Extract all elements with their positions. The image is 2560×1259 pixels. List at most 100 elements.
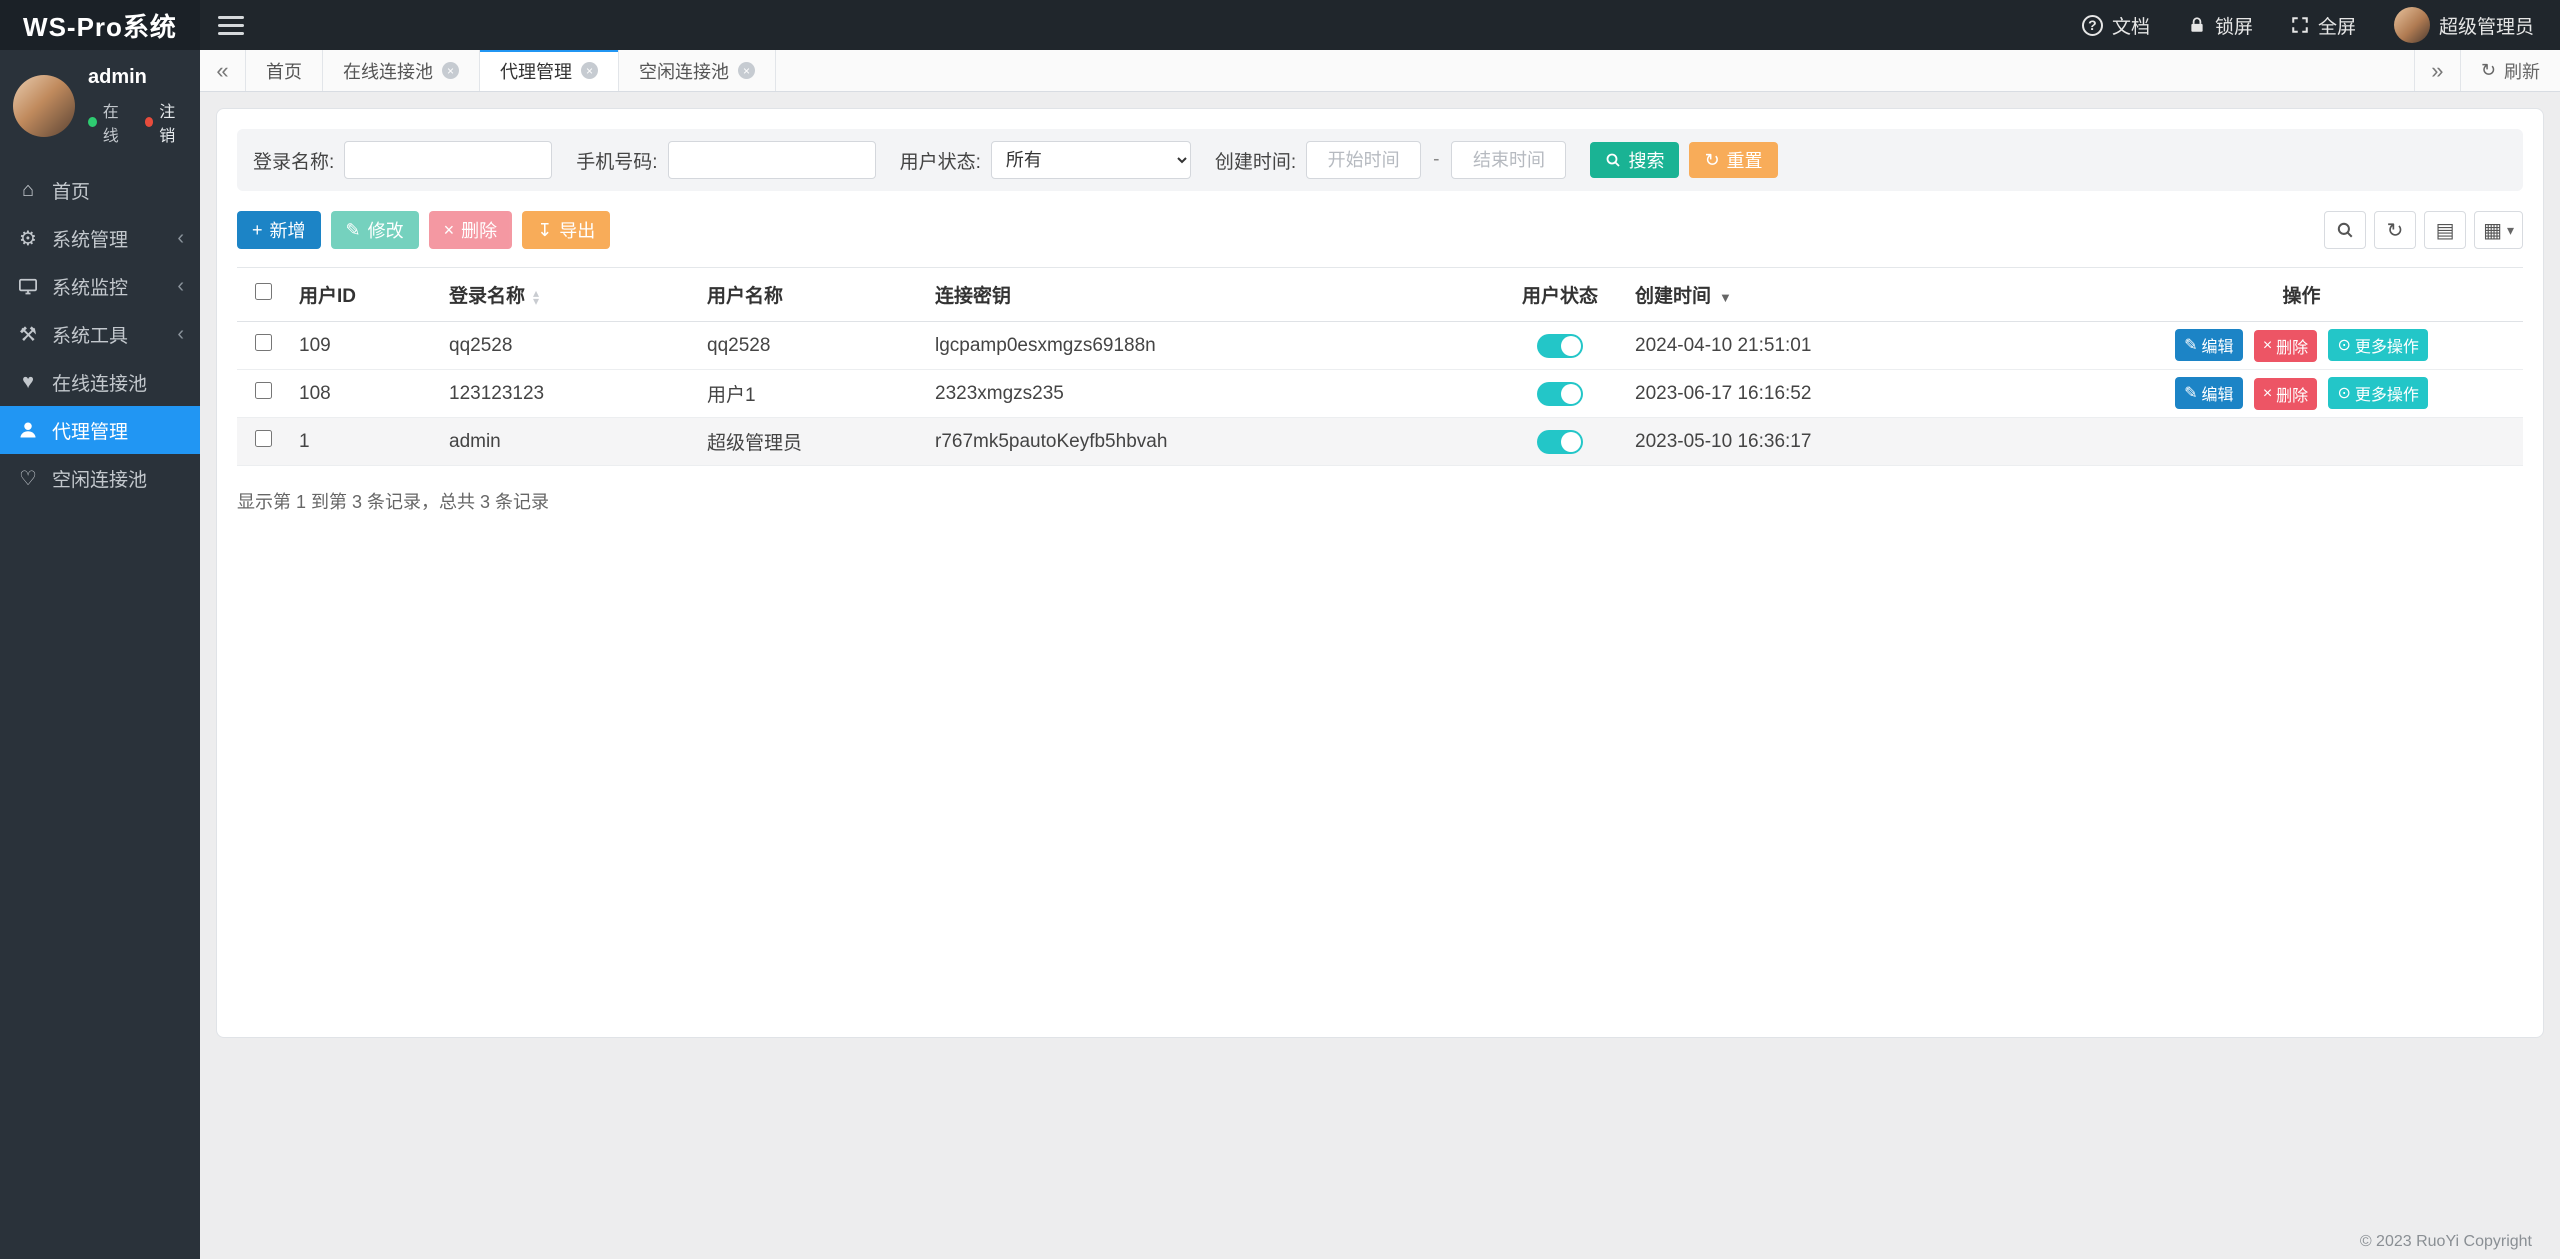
cell-user-id: 109 bbox=[289, 321, 439, 370]
cell-user-name: qq2528 bbox=[697, 321, 925, 370]
tabs-scroll-left-button[interactable]: « bbox=[200, 50, 246, 91]
sidebar-item-online-pool[interactable]: ♥ 在线连接池 bbox=[0, 358, 200, 406]
tab-idle-pool[interactable]: 空闲连接池 × bbox=[619, 50, 776, 91]
table-view-controls: ↻ ▤ ▦ ▾ bbox=[2324, 211, 2523, 249]
sidebar-item-system-tools[interactable]: ⚒ 系统工具 ‹ bbox=[0, 310, 200, 358]
row-more-button[interactable]: ⊙ 更多操作 bbox=[2328, 377, 2428, 409]
agent-management-panel: 登录名称: 手机号码: 用户状态: 所有 创建时间: - bbox=[216, 108, 2544, 1038]
cell-connection-key: r767mk5pautoKeyfb5hbvah bbox=[925, 417, 1495, 466]
pencil-icon: ✎ bbox=[2184, 337, 2198, 354]
refresh-icon: ↻ bbox=[2480, 60, 2496, 80]
tab-agent-management[interactable]: 代理管理 × bbox=[480, 50, 619, 91]
tabs-scroll-right-button[interactable]: » bbox=[2413, 50, 2460, 91]
row-checkbox[interactable] bbox=[254, 382, 272, 399]
close-icon[interactable]: × bbox=[738, 62, 755, 79]
status-toggle[interactable] bbox=[1537, 429, 1583, 454]
cell-created-time: 2024-04-10 21:51:01 bbox=[1625, 321, 2080, 370]
sidebar-item-system-monitor[interactable]: 系统监控 ‹ bbox=[0, 262, 200, 310]
add-button[interactable]: + 新增 bbox=[237, 211, 321, 249]
sidebar-item-home[interactable]: ⌂ 首页 bbox=[0, 166, 200, 214]
plus-icon: + bbox=[252, 219, 263, 240]
lock-icon bbox=[2188, 16, 2206, 34]
refresh-tab-button[interactable]: ↻ 刷新 bbox=[2459, 50, 2560, 91]
select-all-checkbox[interactable] bbox=[254, 283, 272, 300]
toggle-view-button[interactable]: ▤ bbox=[2424, 211, 2467, 249]
phone-label: 手机号码: bbox=[576, 151, 658, 173]
x-icon: × bbox=[2262, 385, 2273, 402]
download-icon: ↧ bbox=[537, 219, 553, 240]
fullscreen-link[interactable]: 全屏 bbox=[2291, 12, 2356, 39]
tab-online-pool[interactable]: 在线连接池 × bbox=[323, 50, 480, 91]
start-time-input[interactable] bbox=[1306, 141, 1422, 179]
range-separator: - bbox=[1433, 149, 1440, 170]
card-view-icon: ▤ bbox=[2435, 219, 2455, 242]
more-icon: ⊙ bbox=[2337, 385, 2351, 402]
users-table: 用户ID 登录名称 ▴ ▾ 用户名称 连接密钥 用户状态 创建时间 ▼ 操作 1… bbox=[237, 267, 2523, 466]
phone-input[interactable] bbox=[667, 141, 876, 179]
sort-desc-icon[interactable]: ▼ bbox=[1719, 290, 1732, 305]
table-refresh-button[interactable]: ↻ bbox=[2374, 211, 2417, 249]
close-icon[interactable]: × bbox=[442, 62, 459, 79]
row-delete-button[interactable]: × 删除 bbox=[2253, 330, 2318, 362]
x-icon: × bbox=[2262, 337, 2273, 354]
main-area: « 首页 在线连接池 × 代理管理 × 空闲连接池 × » ↻ 刷新 登录名称:… bbox=[200, 50, 2560, 1259]
lock-screen-link[interactable]: 锁屏 bbox=[2188, 12, 2253, 39]
status-toggle[interactable] bbox=[1537, 381, 1583, 406]
user-icon bbox=[16, 420, 40, 440]
table-toolbar: + 新增 ✎ 修改 × 删除 ↧ 导出 ↻ ▤ ▦ ▾ bbox=[237, 211, 2523, 249]
sidebar-item-system-management[interactable]: ⚙ 系统管理 ‹ bbox=[0, 214, 200, 262]
cell-user-id: 1 bbox=[289, 417, 439, 466]
user-status-select[interactable]: 所有 bbox=[990, 141, 1191, 179]
chevron-left-icon: ‹ bbox=[177, 322, 184, 345]
search-button[interactable]: 搜索 bbox=[1590, 142, 1680, 178]
sidebar-item-idle-pool[interactable]: ♡ 空闲连接池 bbox=[0, 454, 200, 502]
chevron-left-icon: ‹ bbox=[177, 274, 184, 297]
profile-avatar[interactable] bbox=[13, 75, 75, 137]
cell-connection-key: lgcpamp0esxmgzs69188n bbox=[925, 321, 1495, 370]
cell-created-time: 2023-06-17 16:16:52 bbox=[1625, 369, 2080, 418]
close-icon[interactable]: × bbox=[581, 62, 598, 79]
column-header-login-name[interactable]: 登录名称 ▴ ▾ bbox=[439, 267, 697, 322]
end-time-input[interactable] bbox=[1451, 141, 1567, 179]
lock-label: 锁屏 bbox=[2214, 16, 2253, 38]
cell-user-name: 用户1 bbox=[697, 369, 925, 418]
tab-home[interactable]: 首页 bbox=[246, 50, 323, 91]
row-checkbox[interactable] bbox=[254, 430, 272, 447]
cell-login-name: qq2528 bbox=[439, 321, 697, 370]
pencil-icon: ✎ bbox=[2184, 385, 2198, 402]
user-status-label: 用户状态: bbox=[899, 151, 981, 173]
row-delete-button[interactable]: × 删除 bbox=[2253, 378, 2318, 410]
sidebar-toggle-button[interactable] bbox=[200, 0, 262, 50]
delete-button[interactable]: × 删除 bbox=[428, 211, 513, 249]
header-user-menu[interactable]: 超级管理员 bbox=[2393, 7, 2534, 43]
logout-link[interactable]: 注销 bbox=[159, 98, 187, 146]
table-search-button[interactable] bbox=[2324, 211, 2367, 249]
columns-dropdown-button[interactable]: ▦ ▾ bbox=[2474, 211, 2523, 249]
content-area: 登录名称: 手机号码: 用户状态: 所有 创建时间: - bbox=[200, 92, 2560, 1259]
row-checkbox[interactable] bbox=[254, 334, 272, 351]
edit-button[interactable]: ✎ 修改 bbox=[330, 211, 419, 249]
app-title: WS-Pro系统 bbox=[0, 0, 200, 50]
docs-link[interactable]: ? 文档 bbox=[2081, 12, 2150, 39]
row-more-button[interactable]: ⊙ 更多操作 bbox=[2328, 329, 2428, 361]
tab-bar: « 首页 在线连接池 × 代理管理 × 空闲连接池 × » ↻ 刷新 bbox=[200, 50, 2560, 92]
sort-icons[interactable]: ▴ ▾ bbox=[533, 287, 539, 307]
row-edit-button[interactable]: ✎ 编辑 bbox=[2175, 377, 2243, 409]
fullscreen-label: 全屏 bbox=[2317, 16, 2356, 38]
monitor-icon bbox=[16, 276, 40, 296]
login-name-label: 登录名称: bbox=[253, 151, 335, 173]
refresh-icon: ↻ bbox=[2386, 219, 2404, 242]
question-icon: ? bbox=[2081, 14, 2103, 36]
export-button[interactable]: ↧ 导出 bbox=[522, 211, 611, 249]
row-edit-button[interactable]: ✎ 编辑 bbox=[2175, 329, 2243, 361]
column-header-connection-key: 连接密钥 bbox=[925, 267, 1495, 322]
column-header-created-time[interactable]: 创建时间 ▼ bbox=[1625, 267, 2080, 322]
table-row: 109 qq2528 qq2528 lgcpamp0esxmgzs69188n … bbox=[237, 321, 2523, 370]
status-toggle[interactable] bbox=[1537, 333, 1583, 358]
login-name-input[interactable] bbox=[344, 141, 553, 179]
sidebar-item-agent-management[interactable]: 代理管理 bbox=[0, 406, 200, 454]
home-icon: ⌂ bbox=[21, 178, 35, 201]
reset-button[interactable]: ↻ 重置 bbox=[1689, 142, 1778, 178]
docs-label: 文档 bbox=[2111, 16, 2150, 38]
chevron-left-icon: ‹ bbox=[177, 226, 184, 249]
